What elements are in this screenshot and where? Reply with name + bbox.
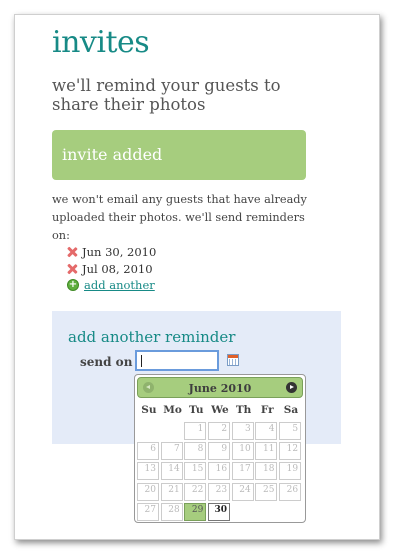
reminder-info-text: we won't email any guests that have alre…	[52, 193, 307, 242]
weekday-label: Tu	[188, 404, 204, 416]
datepicker-day: 25	[255, 482, 278, 501]
datepicker-day: 7	[160, 442, 183, 461]
reminder-item: Jun 30, 2010	[67, 244, 156, 261]
datepicker-day: 14	[160, 462, 183, 481]
send-on-label: send on	[80, 355, 133, 369]
datepicker-day: 6	[137, 442, 159, 461]
datepicker-grid: 1 2 3 4 5 6 7 8 9 10 11 12 13 14 15 16 17 18 19 20 21 22 23 24 2…	[137, 422, 303, 523]
success-banner: invite added	[52, 130, 306, 180]
datepicker-week-row: 6 7 8 9 10 11 12	[137, 442, 303, 462]
datepicker-week-row: 27 28 29 30	[137, 502, 303, 523]
reminder-date: Jun 30, 2010	[82, 245, 157, 260]
weekday-header-row: Su Mo Tu We Th Fr Sa	[137, 404, 303, 416]
send-on-date-input[interactable]	[135, 350, 219, 371]
datepicker-empty-cell	[161, 422, 183, 440]
datepicker-day: 16	[208, 462, 231, 481]
datepicker-day: 15	[184, 462, 207, 481]
add-plus-icon[interactable]: +	[67, 279, 79, 292]
datepicker-popup: June 2010 Su Mo Tu We Th Fr Sa 1 2 3 4 5 6 7 8 9 10 11 12…	[134, 374, 306, 523]
datepicker-day[interactable]: 30	[208, 502, 231, 521]
reminder-item: Jul 08, 2010	[67, 261, 156, 278]
datepicker-day: 19	[279, 462, 302, 481]
datepicker-week-row: 20 21 22 23 24 25 26	[137, 482, 303, 503]
datepicker-day: 3	[231, 422, 254, 440]
datepicker-week-row: 12345	[137, 422, 303, 442]
weekday-label: We	[211, 404, 229, 416]
datepicker-month: June 2010	[188, 382, 252, 395]
page-title: invites	[52, 25, 150, 60]
datepicker-day: 8	[184, 442, 207, 461]
reminder-date: Jul 08, 2010	[82, 261, 153, 276]
text-caret	[141, 355, 142, 367]
datepicker-day: 17	[231, 462, 254, 481]
weekday-label: Th	[235, 404, 252, 416]
reminder-list: Jun 30, 2010 Jul 08, 2010 + add another	[67, 244, 156, 294]
datepicker-day: 23	[208, 482, 231, 501]
datepicker-day: 28	[160, 502, 183, 521]
datepicker-day: 12	[279, 442, 302, 461]
page-subtitle: we'll remind your guests to share their …	[52, 76, 281, 114]
datepicker-day: 5	[279, 422, 302, 440]
remove-x-icon[interactable]	[67, 264, 77, 274]
datepicker-day: 9	[208, 442, 231, 461]
weekday-label: Mo	[163, 404, 182, 416]
datepicker-empty-cell	[232, 503, 254, 521]
datepicker-day: 24	[231, 482, 254, 501]
datepicker-empty-cell	[137, 422, 159, 440]
weekday-label: Su	[141, 404, 157, 416]
banner-text: invite added	[62, 145, 163, 164]
datepicker-day: 10	[231, 442, 254, 461]
datepicker-day: 4	[255, 422, 278, 440]
weekday-label: Fr	[260, 404, 274, 416]
datepicker-day: 1	[184, 422, 207, 440]
add-another-row[interactable]: + add another	[67, 277, 156, 294]
datepicker-day: 21	[160, 482, 183, 501]
datepicker-header: June 2010	[137, 377, 303, 398]
datepicker-week-row: 13 14 15 16 17 18 19	[137, 462, 303, 482]
datepicker-day: 26	[279, 482, 302, 501]
datepicker-day: 29	[184, 502, 207, 521]
panel-title: add another reminder	[68, 328, 236, 346]
datepicker-day: 13	[137, 462, 159, 481]
datepicker-day: 27	[137, 502, 159, 521]
datepicker-day: 18	[255, 462, 278, 481]
datepicker-empty-cell	[255, 503, 277, 521]
datepicker-empty-cell	[279, 503, 301, 521]
calendar-icon[interactable]	[227, 354, 239, 366]
add-another-link[interactable]: add another	[84, 278, 155, 292]
next-month-icon[interactable]	[286, 382, 297, 393]
datepicker-day: 20	[137, 482, 159, 501]
weekday-label: Sa	[283, 404, 299, 416]
datepicker-day: 11	[255, 442, 278, 461]
datepicker-day: 2	[208, 422, 231, 440]
datepicker-day: 22	[184, 482, 207, 501]
remove-x-icon[interactable]	[67, 247, 77, 257]
